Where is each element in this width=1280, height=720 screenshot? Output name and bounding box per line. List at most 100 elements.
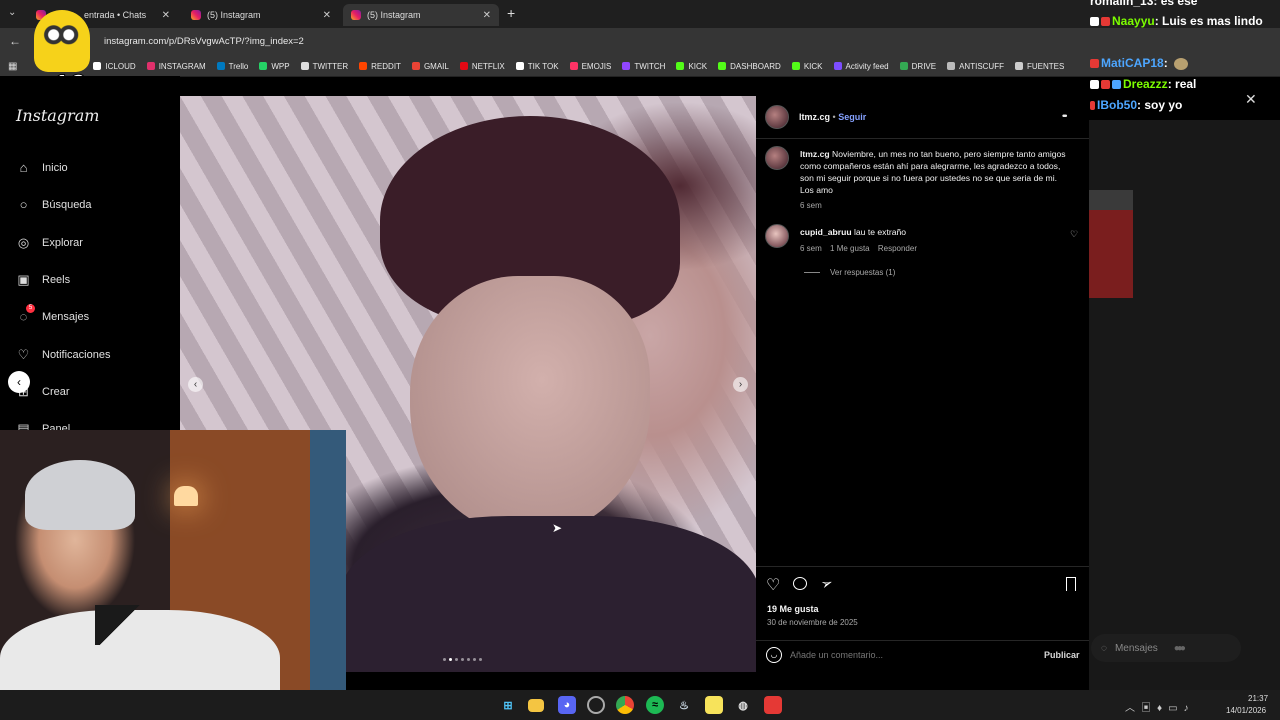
bookmark-item[interactable]: KICK	[791, 62, 823, 71]
bookmark-item[interactable]: Trello	[216, 62, 248, 71]
follow-button[interactable]: Seguir	[838, 112, 866, 122]
comment-reply-button[interactable]: Responder	[878, 244, 917, 253]
publish-button[interactable]: Publicar	[1044, 650, 1080, 660]
bookmark-item[interactable]: TWITCH	[622, 62, 665, 71]
browser-tab[interactable]: (5) Instagram ✕	[183, 4, 339, 26]
messenger-icon: ◌ 5	[16, 304, 35, 324]
bookmark-item[interactable]: Activity feed	[833, 62, 889, 71]
mod-badge-icon	[1090, 80, 1099, 90]
recorder-icon[interactable]	[587, 696, 605, 714]
steam-icon[interactable]: ♨	[675, 696, 693, 714]
clock-date[interactable]: 14/01/2026	[1226, 706, 1266, 715]
sidebar-item-notificaciones[interactable]: ♡ Notificaciones	[16, 347, 111, 362]
carousel-indicator	[443, 658, 482, 661]
author-username[interactable]: ltmz.cg	[799, 112, 830, 122]
tab-search-icon[interactable]: ⌄	[8, 7, 16, 18]
close-tab-icon[interactable]: ✕	[323, 10, 331, 21]
sidebar-item-reels[interactable]: ▣ Reels	[16, 272, 70, 287]
more-options-icon[interactable]: •••	[1062, 111, 1068, 121]
comment-like-icon[interactable]: ♡	[1070, 229, 1078, 240]
sidebar-item-inicio[interactable]: ⌂ Inicio	[16, 160, 68, 175]
comment-meta: 6 sem 1 Me gusta Responder	[800, 244, 917, 253]
bookmark-item[interactable]: WPP	[259, 62, 290, 71]
bookmark-item[interactable]: DRIVE	[899, 62, 936, 71]
bookmark-item[interactable]: EMOJIS	[569, 62, 611, 71]
bookmark-favicon-icon	[459, 62, 468, 70]
sidebar-item-explorar[interactable]: ◎ Explorar	[16, 235, 83, 250]
bookmark-item[interactable]: TWITTER	[300, 62, 348, 71]
tab-label: (5) Instagram	[367, 10, 421, 20]
instagram-favicon-icon	[351, 10, 361, 20]
bookmark-item[interactable]: REDDIT	[359, 62, 401, 71]
bookmark-item[interactable]: FUENTES	[1014, 62, 1064, 71]
bookmark-item[interactable]: DASHBOARD	[718, 62, 781, 71]
reels-icon: ▣	[17, 271, 30, 287]
share-send-icon[interactable]: ➢	[818, 574, 835, 594]
actions-divider	[756, 566, 1089, 567]
file-explorer-icon[interactable]	[528, 699, 544, 712]
close-tab-icon[interactable]: ✕	[483, 10, 491, 21]
comment-bubble-icon[interactable]	[793, 577, 807, 590]
post-date: 30 de noviembre de 2025	[767, 618, 858, 627]
author-avatar[interactable]	[765, 105, 789, 129]
messages-pill[interactable]: ◌ Mensajes ●●●	[1091, 634, 1241, 662]
clock-time[interactable]: 21:37	[1248, 694, 1268, 703]
sidebar-item-busqueda[interactable]: ○ Búsqueda	[16, 197, 92, 212]
caption-avatar[interactable]	[765, 146, 789, 170]
chat-message: romaiin_13: es ese	[1090, 0, 1198, 8]
emoji-icon[interactable]: ◡	[766, 647, 782, 663]
streamer-app-icon[interactable]	[764, 696, 782, 714]
bookmark-item[interactable]: KICK	[676, 62, 707, 71]
carousel-dot	[443, 658, 446, 661]
carousel-next-icon[interactable]: ›	[733, 377, 748, 392]
bookmark-favicon-icon	[146, 62, 155, 70]
system-tray[interactable]: ︿▣♦▭♪	[1125, 699, 1195, 714]
sticky-notes-icon[interactable]	[705, 696, 723, 714]
instagram-logo[interactable]: Instagram	[16, 106, 99, 125]
previous-post-button[interactable]: ‹	[8, 371, 30, 393]
browser-tab-strip: ⌄ entrada • Chats ✕ (5) Instagram ✕ (5) …	[0, 0, 1280, 28]
back-arrow-icon[interactable]: ←	[9, 34, 21, 48]
messenger-icon: ◌	[1101, 642, 1107, 654]
carousel-dot	[479, 658, 482, 661]
bookmark-favicon-icon	[259, 62, 268, 70]
mod-badge-icon	[1090, 17, 1099, 27]
bookmark-item[interactable]: NETFLIX	[459, 62, 505, 71]
emote-icon	[1174, 57, 1189, 70]
new-tab-button[interactable]: +	[507, 5, 515, 21]
comment-likes[interactable]: 1 Me gusta	[830, 244, 870, 253]
obs-icon[interactable]: ◍	[734, 696, 752, 714]
verified-badge-icon	[1101, 80, 1110, 90]
discord-icon[interactable]: ◕	[558, 696, 576, 714]
compass-icon: ◎	[17, 234, 30, 250]
commenter-username[interactable]: cupid_abruu	[800, 227, 852, 237]
carousel-prev-icon[interactable]: ‹	[188, 377, 203, 392]
bookmarks-bar: ▦ ICLOUD INSTAGRAM Trello WPP TWITTER REDDIT G…	[0, 56, 1280, 77]
caption-username[interactable]: ltmz.cg	[800, 149, 830, 159]
carousel-dot	[461, 658, 464, 661]
commenter-avatar[interactable]	[765, 224, 789, 248]
chrome-icon[interactable]	[616, 696, 634, 714]
like-heart-icon[interactable]: ♡	[766, 575, 780, 595]
save-bookmark-icon[interactable]	[1066, 577, 1076, 591]
browser-tab-active[interactable]: (5) Instagram ✕	[343, 4, 499, 26]
bookmark-item[interactable]: ANTISCUFF	[947, 62, 1004, 71]
bookmark-favicon-icon	[791, 62, 800, 70]
bookmark-list: ICLOUD INSTAGRAM Trello WPP TWITTER REDDIT GMA…	[93, 62, 1075, 71]
bookmark-item[interactable]: GMAIL	[411, 62, 449, 71]
spotify-icon[interactable]: ≈	[646, 696, 664, 714]
bookmark-item[interactable]: INSTAGRAM	[146, 62, 206, 71]
bookmark-favicon-icon	[1014, 62, 1023, 70]
comment-time: 6 sem	[800, 244, 822, 253]
sidebar-item-mensajes[interactable]: ◌ 5 Mensajes	[16, 304, 89, 324]
bookmark-item[interactable]: TIK TOK	[515, 62, 559, 71]
apps-grid-icon[interactable]: ▦	[8, 61, 17, 72]
bookmark-favicon-icon	[676, 62, 685, 70]
windows-start-icon[interactable]: ⊞	[499, 696, 517, 714]
comment-input[interactable]	[790, 647, 1030, 663]
close-tab-icon[interactable]: ✕	[162, 10, 170, 21]
likes-count[interactable]: 19 Me gusta	[767, 604, 819, 614]
url-field[interactable]: instagram.com/p/DRsVvgwAcTP/?img_index=2	[104, 36, 304, 47]
post-details-panel: ltmz.cg • Seguir ••• ltmz.cg Noviembre, …	[756, 96, 1089, 672]
view-replies-button[interactable]: Ver respuestas (1)	[830, 268, 895, 277]
